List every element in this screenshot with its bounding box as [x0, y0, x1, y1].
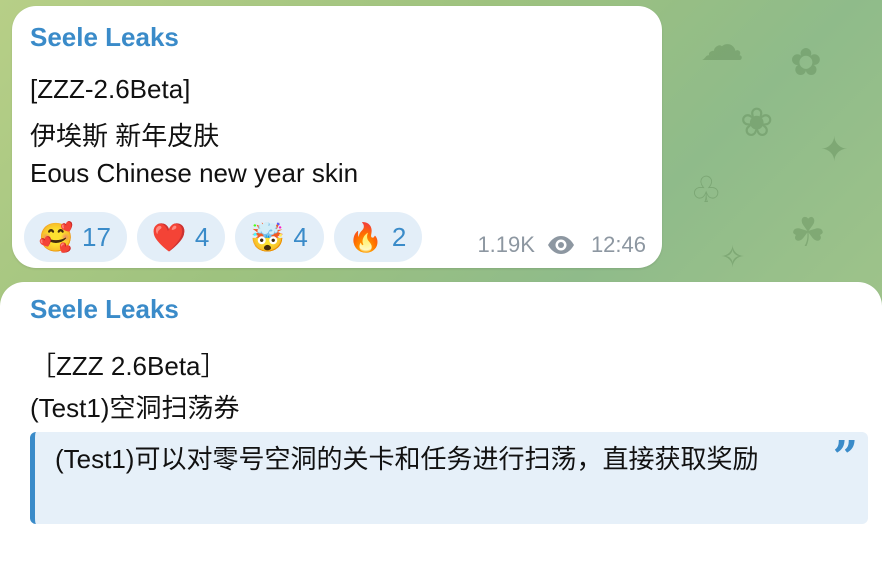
reaction-button[interactable]: ❤️ 4 [136, 212, 226, 262]
sender-name[interactable]: Seele Leaks [30, 294, 179, 325]
reaction-button[interactable]: 🔥 2 [333, 212, 423, 262]
view-count: 1.19K [477, 232, 535, 257]
reaction-button[interactable]: 🥰 17 [24, 212, 127, 262]
message-line: Eous Chinese new year skin [30, 158, 359, 188]
message-line: [ZZZ-2.6Beta] [30, 74, 191, 104]
reaction-count: 4 [194, 221, 210, 252]
smiling-face-with-hearts-icon: 🥰 [38, 220, 74, 254]
exploding-head-icon: 🤯 [249, 220, 285, 254]
reaction-button[interactable]: 🤯 4 [235, 212, 324, 262]
eye-icon [547, 236, 574, 254]
message-bubble[interactable]: Seele Leaks [ZZZ-2.6Beta] 伊埃斯 新年皮肤 Eous … [12, 6, 662, 268]
reactions-bar: 🥰 17 ❤️ 4 🤯 4 🔥 2 [24, 212, 423, 262]
reaction-count: 2 [391, 221, 407, 252]
message-line: ［ZZZ 2.6Beta］ [30, 351, 227, 381]
red-heart-icon: ❤️ [151, 220, 187, 254]
reaction-count: 4 [293, 221, 308, 252]
blockquote: (Test1)可以对零号空洞的关卡和任务进行扫荡，直接获取奖励 ” [30, 432, 868, 524]
reaction-count: 17 [82, 221, 111, 252]
message-line: 伊埃斯 新年皮肤 [30, 121, 220, 151]
message-meta: 1.19K 12:46 [477, 232, 646, 258]
quote-text: (Test1)可以对零号空洞的关卡和任务进行扫荡，直接获取奖励 [55, 444, 759, 474]
sender-name[interactable]: Seele Leaks [30, 22, 179, 53]
fire-icon: 🔥 [348, 220, 384, 254]
message-bubble[interactable]: Seele Leaks ［ZZZ 2.6Beta］ (Test1)空洞扫荡券 (… [0, 282, 882, 562]
message-line: (Test1)空洞扫荡券 [30, 393, 240, 423]
message-time: 12:46 [590, 232, 646, 257]
quote-icon: ” [832, 432, 858, 483]
